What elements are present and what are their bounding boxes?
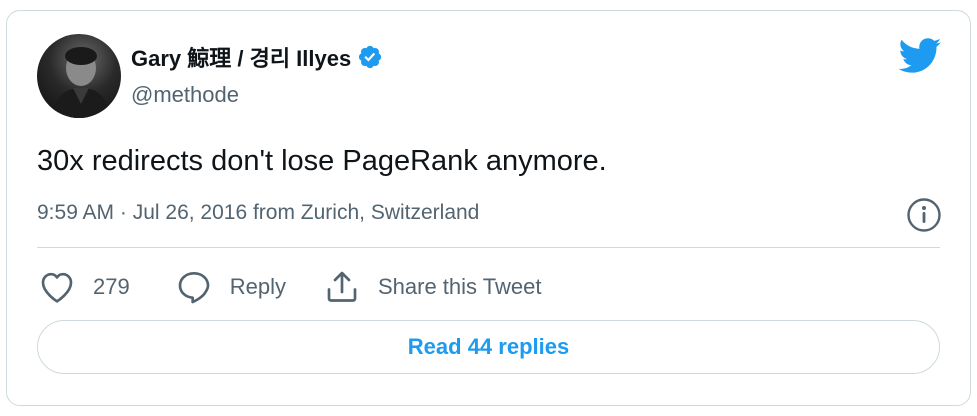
- share-button[interactable]: Share this Tweet: [322, 267, 541, 307]
- tweet-timestamp-location[interactable]: 9:59 AM · Jul 26, 2016 from Zurich, Swit…: [37, 201, 479, 225]
- author-handle[interactable]: @methode: [131, 82, 239, 108]
- verified-badge-icon: [359, 45, 382, 69]
- share-label: Share this Tweet: [377, 274, 542, 299]
- read-replies-label: Read 44 replies: [407, 334, 570, 359]
- reply-bubble-icon: [178, 272, 210, 304]
- read-replies-button[interactable]: Read 44 replies: [37, 320, 940, 374]
- author-display-name[interactable]: Gary 鯨理 / 경리 Illyes: [131, 41, 351, 73]
- share-icon: [327, 271, 357, 302]
- author-name-row: Gary 鯨理 / 경리 Illyes: [131, 41, 383, 73]
- like-button[interactable]: 279: [37, 267, 130, 307]
- reply-button[interactable]: Reply: [174, 267, 286, 307]
- twitter-bird-icon[interactable]: [898, 38, 942, 74]
- like-count: 279: [93, 274, 130, 299]
- action-bar: 279 Reply Share this Tweet: [37, 265, 541, 309]
- tweet-text: 30x redirects don't lose PageRank anymor…: [37, 145, 607, 177]
- avatar[interactable]: [37, 34, 121, 118]
- heart-icon: [41, 272, 73, 303]
- info-icon[interactable]: [906, 197, 942, 233]
- tweet-card: Gary 鯨理 / 경리 Illyes @methode 30x redirec…: [6, 10, 971, 406]
- divider: [37, 247, 940, 248]
- reply-label: Reply: [229, 274, 286, 299]
